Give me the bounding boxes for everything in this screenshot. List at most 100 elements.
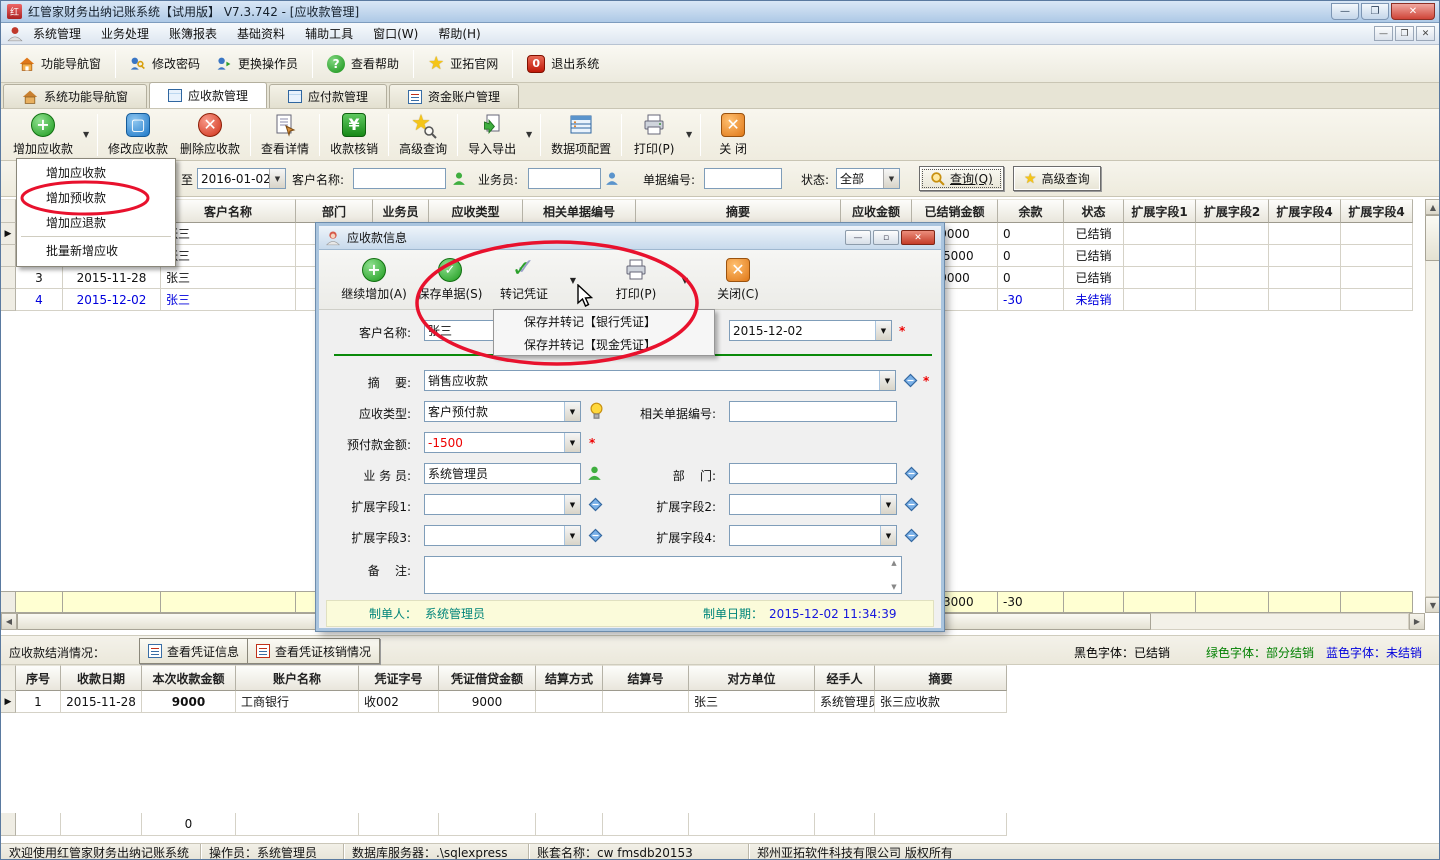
query-button[interactable]: 查询(Q) [919, 166, 1004, 191]
menu-business[interactable]: 业务处理 [91, 23, 159, 44]
prepay-amount-combo[interactable]: -1500 ▼ [424, 432, 581, 453]
ext1-combo[interactable]: ▼ [424, 494, 581, 515]
book-icon[interactable] [903, 466, 920, 481]
customer-input[interactable] [353, 168, 446, 189]
print-dropdown-arrow[interactable]: ▼ [682, 111, 696, 159]
print-dropdown-arrow[interactable]: ▼ [675, 253, 695, 307]
chevron-down-icon[interactable]: ▼ [564, 433, 580, 452]
add-dropdown-arrow[interactable]: ▼ [79, 111, 93, 159]
col-dept[interactable]: 部门 [296, 199, 373, 223]
ext2-combo[interactable]: ▼ [729, 494, 897, 515]
modify-receivable-button[interactable]: ▢ 修改应收款 [102, 111, 174, 159]
change-password-button[interactable]: 修改密码 [122, 51, 208, 76]
bcol-counterparty[interactable]: 对方单位 [689, 665, 815, 691]
help-button[interactable]: ? 查看帮助 [319, 51, 407, 77]
menu-item-batch-add[interactable]: 批量新增应收 [17, 238, 175, 263]
summary-combo[interactable]: 销售应收款 ▼ [424, 370, 896, 391]
ext3-combo[interactable]: ▼ [424, 525, 581, 546]
tab-payables[interactable]: 应付款管理 [269, 84, 387, 108]
view-detail-button[interactable]: 查看详情 [255, 111, 315, 159]
bcol-voucher-no[interactable]: 凭证字号 [359, 665, 439, 691]
scroll-down-icon[interactable]: ▼ [1425, 597, 1440, 613]
verify-payment-button[interactable]: ¥ 收款核销 [324, 111, 384, 159]
chevron-down-icon[interactable]: ▼ [883, 169, 899, 188]
view-voucher-button[interactable]: 查看凭证信息 [139, 638, 248, 664]
close-button[interactable]: ✕ [1391, 3, 1435, 20]
menu-item-save-post-cash[interactable]: 保存并转记【现金凭证】 [494, 333, 714, 356]
import-export-dropdown-arrow[interactable]: ▼ [522, 111, 536, 159]
menu-window[interactable]: 窗口(W) [363, 23, 428, 44]
bcol-handler[interactable]: 经手人 [815, 665, 875, 691]
salesman-person-icon[interactable] [605, 171, 619, 186]
bcol-settle-no[interactable]: 结算号 [603, 665, 689, 691]
exit-button[interactable]: 0 退出系统 [519, 51, 607, 77]
print-button[interactable]: 打印(P) [626, 111, 682, 159]
advanced-query-bar-button[interactable]: ★ 高级查询 [1013, 166, 1101, 191]
child-restore-button[interactable]: ❐ [1395, 26, 1414, 41]
menu-basedata[interactable]: 基础资料 [227, 23, 295, 44]
tab-accounts[interactable]: 资金账户管理 [389, 84, 519, 108]
tab-nav-window[interactable]: 系统功能导航窗 [3, 84, 147, 108]
dialog-restore-button[interactable]: ▫ [873, 230, 899, 245]
menu-item-add-refund[interactable]: 增加应退款 [17, 210, 175, 235]
book-icon[interactable] [587, 497, 604, 512]
menu-help[interactable]: 帮助(H) [428, 23, 490, 44]
child-close-button[interactable]: ✕ [1416, 26, 1435, 41]
import-export-button[interactable]: 导入导出 [462, 111, 522, 159]
bcol-date[interactable]: 收款日期 [61, 665, 142, 691]
col-ext1[interactable]: 扩展字段1 [1124, 199, 1196, 223]
close-tab-button[interactable]: ✕ 关 闭 [705, 111, 761, 159]
chevron-down-icon[interactable]: ▼ [875, 321, 891, 340]
bcol-voucher-amount[interactable]: 凭证借贷金额 [439, 665, 536, 691]
note-textarea[interactable]: ▲▼ [424, 556, 902, 594]
add-receivable-button[interactable]: + 增加应收款 [7, 111, 79, 159]
col-customer[interactable]: 客户名称 [161, 199, 296, 223]
scroll-right-icon[interactable]: ▶ [1409, 613, 1425, 630]
chevron-down-icon[interactable]: ▼ [879, 371, 895, 390]
salesman-input[interactable]: 系统管理员 [425, 465, 491, 482]
bcol-amount[interactable]: 本次收款金额 [142, 665, 236, 691]
save-document-button[interactable]: ✓ 保存单据(S) [416, 253, 484, 307]
book-icon[interactable] [903, 497, 920, 512]
bcol-account[interactable]: 账户名称 [236, 665, 359, 691]
vertical-scrollbar[interactable]: ▲ ▼ [1425, 199, 1440, 613]
chevron-down-icon[interactable]: ▼ [880, 526, 896, 545]
switch-operator-button[interactable]: 更换操作员 [208, 51, 306, 76]
menu-item-add-prepayment[interactable]: 增加预收款 [17, 185, 175, 210]
post-voucher-dropdown-arrow[interactable]: ▼ [563, 253, 583, 307]
person-icon[interactable] [587, 465, 602, 481]
chevron-down-icon[interactable]: ▼ [564, 495, 580, 514]
data-config-button[interactable]: 数据项配置 [545, 111, 617, 159]
book-icon[interactable] [903, 528, 920, 543]
bcol-summary[interactable]: 摘要 [875, 665, 1007, 691]
advanced-query-button[interactable]: ★ 高级查询 [393, 111, 453, 159]
ext4-combo[interactable]: ▼ [729, 525, 897, 546]
customer-person-icon[interactable] [452, 171, 466, 186]
bcol-seq[interactable]: 序号 [16, 665, 61, 691]
chevron-down-icon[interactable]: ▼ [564, 526, 580, 545]
delete-receivable-button[interactable]: ✕ 删除应收款 [174, 111, 246, 159]
docno-input[interactable] [704, 168, 782, 189]
col-summary[interactable]: 摘要 [636, 199, 841, 223]
col-type[interactable]: 应收类型 [429, 199, 523, 223]
website-button[interactable]: ★ 亚拓官网 [420, 51, 506, 77]
col-ext2[interactable]: 扩展字段2 [1196, 199, 1269, 223]
vscroll-thumb[interactable] [1425, 215, 1440, 261]
child-minimize-button[interactable]: — [1374, 26, 1393, 41]
menu-item-add-receivable[interactable]: 增加应收款 [17, 160, 175, 185]
salesman-input[interactable] [528, 168, 601, 189]
bulb-icon[interactable] [589, 402, 604, 420]
dialog-print-button[interactable]: 打印(P) [601, 253, 671, 307]
post-voucher-button[interactable]: ✓ ✓ 转记凭证 [491, 253, 557, 307]
restore-button[interactable]: ❐ [1361, 3, 1389, 20]
receivable-type-combo[interactable]: 客户预付款 ▼ [424, 401, 581, 422]
col-salesman[interactable]: 业务员 [373, 199, 429, 223]
chevron-down-icon[interactable]: ▼ [564, 402, 580, 421]
minimize-button[interactable]: — [1331, 3, 1359, 20]
scroll-up-icon[interactable]: ▲ [1425, 199, 1440, 215]
customer-name-input[interactable]: 张三 [425, 322, 455, 339]
menu-reports[interactable]: 账簿报表 [159, 23, 227, 44]
menu-tools[interactable]: 辅助工具 [295, 23, 363, 44]
dialog-close-toolbar-button[interactable]: ✕ 关闭(C) [707, 253, 769, 307]
continue-add-button[interactable]: + 继续增加(A) [337, 253, 411, 307]
